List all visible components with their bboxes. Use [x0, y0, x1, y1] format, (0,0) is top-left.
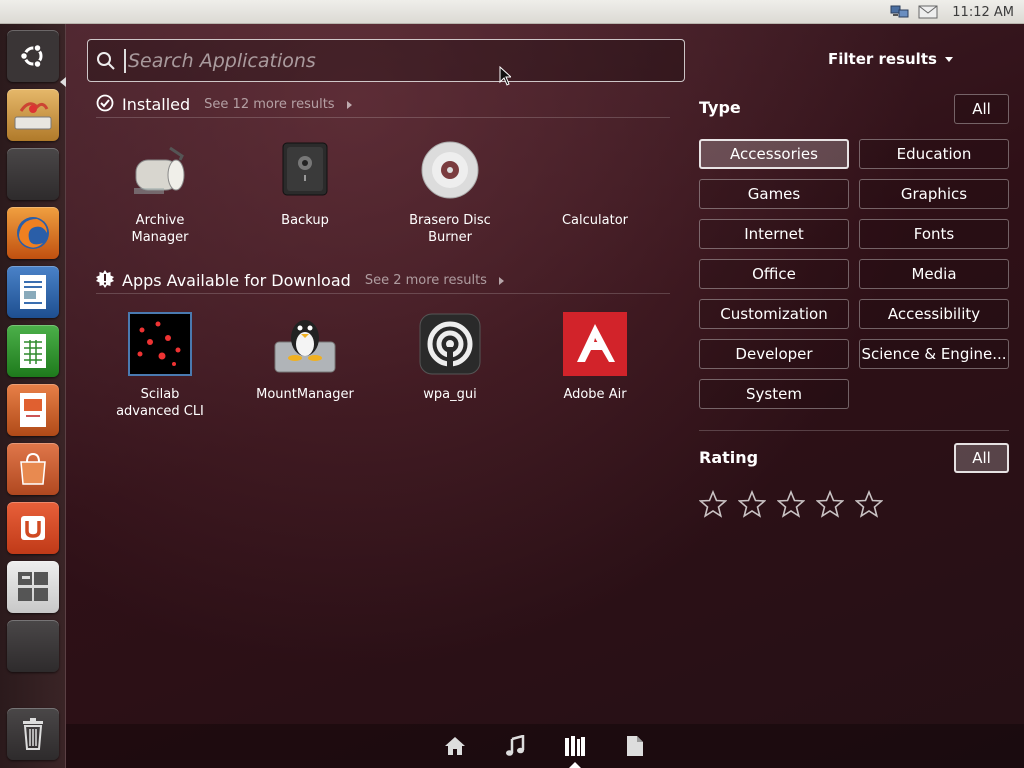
app-backup[interactable]: Backup — [250, 138, 360, 229]
firefox-icon[interactable] — [7, 207, 59, 259]
category-button[interactable]: Graphics — [859, 179, 1009, 209]
wireless-icon — [418, 312, 482, 376]
active-lens-indicator — [569, 762, 581, 768]
system-tray: 11:12 AM — [890, 0, 1024, 24]
adobe-air-icon — [563, 312, 627, 376]
category-button[interactable]: Internet — [699, 219, 849, 249]
filter-results-toggle[interactable]: Filter results — [828, 50, 953, 68]
home-lens-icon[interactable] — [443, 734, 467, 758]
star-icon[interactable] — [816, 490, 844, 518]
category-button[interactable]: Fonts — [859, 219, 1009, 249]
app-brasero[interactable]: Brasero Disc Burner — [395, 138, 505, 246]
rating-stars — [699, 490, 883, 518]
clock[interactable]: 11:12 AM — [952, 5, 1014, 20]
installed-more-link[interactable]: See 12 more results — [204, 97, 334, 112]
expand-arrow-icon[interactable] — [346, 100, 352, 109]
app-name: Backup — [281, 213, 329, 228]
app-archive-manager[interactable]: Archive Manager — [105, 138, 215, 246]
launcher — [0, 24, 66, 768]
scilab-icon — [128, 312, 192, 376]
network-icon[interactable] — [890, 4, 910, 20]
calculator-icon — [563, 138, 627, 202]
search-icon — [88, 51, 124, 71]
app-name: wpa_gui — [423, 387, 477, 402]
app-scilab[interactable]: Scilab advanced CLI — [105, 312, 215, 420]
app-name: Brasero Disc Burner — [409, 213, 491, 245]
download-section-header: Apps Available for Download See 2 more r… — [96, 268, 670, 294]
workspace-switcher-icon[interactable] — [7, 561, 59, 613]
text-caret — [124, 48, 126, 73]
app-name: Archive Manager — [131, 213, 189, 245]
lens-bar — [66, 724, 1024, 768]
files-lens-icon[interactable] — [623, 734, 647, 758]
star-icon[interactable] — [777, 490, 805, 518]
app-mountmanager[interactable]: MountManager — [250, 312, 360, 403]
rating-all-button[interactable]: All — [954, 443, 1009, 473]
chevron-down-icon — [944, 56, 953, 62]
mouse-cursor-icon — [499, 66, 511, 86]
app-calculator[interactable]: Calculator — [540, 138, 650, 229]
installed-section-header: Installed See 12 more results — [96, 92, 670, 118]
ubuntu-logo-icon[interactable] — [7, 30, 59, 82]
category-button[interactable]: Games — [699, 179, 849, 209]
search-input[interactable] — [128, 49, 648, 72]
filter-results-label: Filter results — [828, 50, 937, 68]
category-button[interactable]: Education — [859, 139, 1009, 169]
category-button[interactable]: Office — [699, 259, 849, 289]
rating-title: Rating — [699, 448, 759, 467]
type-all-button[interactable]: All — [954, 94, 1009, 124]
mail-icon[interactable] — [918, 4, 938, 20]
app-name: MountManager — [256, 387, 354, 402]
category-button[interactable]: Accessibility — [859, 299, 1009, 329]
app-name: Adobe Air — [563, 387, 627, 402]
app-adobe-air[interactable]: Adobe Air — [540, 312, 650, 403]
app-name: Calculator — [561, 213, 628, 228]
ubuntu-one-icon[interactable] — [7, 502, 59, 554]
download-more-link[interactable]: See 2 more results — [365, 273, 487, 288]
category-button[interactable]: Media — [859, 259, 1009, 289]
star-icon[interactable] — [738, 490, 766, 518]
archive-manager-icon — [128, 138, 192, 202]
safe-icon — [273, 138, 337, 202]
category-button[interactable]: System — [699, 379, 849, 409]
category-button[interactable]: Science & Engine... — [859, 339, 1009, 369]
writer-icon[interactable] — [7, 266, 59, 318]
category-button[interactable]: Customization — [699, 299, 849, 329]
category-button[interactable]: Developer — [699, 339, 849, 369]
type-title: Type — [699, 98, 741, 117]
applications-lens-icon[interactable] — [563, 734, 587, 758]
star-icon[interactable] — [699, 490, 727, 518]
category-button[interactable]: Accessories — [699, 139, 849, 169]
app-name: Scilab advanced CLI — [116, 387, 204, 419]
tux-drive-icon — [273, 312, 337, 376]
dash: Installed See 12 more results Archive Ma… — [66, 24, 1024, 768]
top-panel: 11:12 AM — [0, 0, 1024, 24]
star-icon[interactable] — [855, 490, 883, 518]
alert-badge-icon — [96, 269, 114, 292]
download-title: Apps Available for Download — [122, 271, 351, 290]
installed-title: Installed — [122, 95, 191, 114]
divider — [699, 430, 1009, 431]
blank-app-icon[interactable] — [7, 620, 59, 672]
trash-icon[interactable] — [7, 708, 59, 760]
workspace-icon[interactable] — [7, 148, 59, 200]
disc-icon — [418, 138, 482, 202]
calc-icon[interactable] — [7, 325, 59, 377]
search-box[interactable] — [87, 39, 685, 82]
music-lens-icon[interactable] — [503, 734, 527, 758]
software-center-icon[interactable] — [7, 443, 59, 495]
check-circle-icon — [96, 94, 114, 116]
expand-arrow-icon[interactable] — [498, 276, 504, 285]
app-wpa-gui[interactable]: wpa_gui — [395, 312, 505, 403]
install-icon[interactable] — [7, 89, 59, 141]
impress-icon[interactable] — [7, 384, 59, 436]
